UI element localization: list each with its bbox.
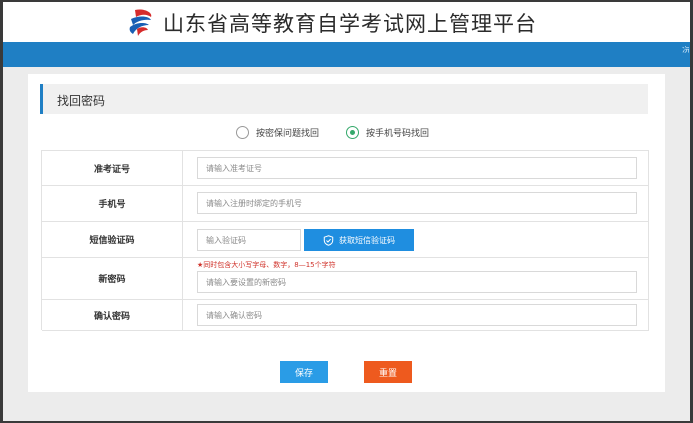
phone-input[interactable] (197, 192, 637, 214)
site-header: 山东省高等教育自学考试网上管理平台 (3, 2, 690, 42)
radio-label: 按密保问题找回 (256, 129, 320, 139)
nav-bar-edge-text: 浣 (682, 46, 689, 55)
sms-code-input[interactable] (197, 229, 301, 251)
recovery-card: 找回密码 按密保问题找回 按手机号码找回 准考证号 手机号 (28, 74, 665, 392)
recovery-method-group: 按密保问题找回 按手机号码找回 (28, 122, 665, 146)
new-password-label: 新密码 (98, 275, 126, 285)
get-sms-code-label: 获取短信验证码 (339, 235, 395, 245)
new-password-input[interactable] (197, 271, 637, 293)
confirm-password-input[interactable] (197, 304, 637, 326)
recovery-form: 准考证号 手机号 短信验证码 (41, 150, 649, 331)
reset-button[interactable]: 重置 (364, 361, 412, 383)
shield-check-icon (323, 234, 334, 246)
radio-label: 按手机号码找回 (366, 129, 430, 139)
site-title: 山东省高等教育自学考试网上管理平台 (163, 12, 537, 36)
section-header: 找回密码 (40, 84, 648, 114)
row-phone: 手机号 (42, 186, 649, 222)
row-confirm-password: 确认密码 (42, 300, 649, 331)
label-cell: 短信验证码 (42, 222, 183, 257)
label-cell: 确认密码 (42, 300, 183, 330)
label-cell: 准考证号 (42, 151, 183, 185)
confirm-password-label: 确认密码 (93, 311, 130, 322)
radio-security-question[interactable]: 按密保问题找回 (236, 126, 319, 139)
radio-circle-checked[interactable] (346, 126, 359, 139)
password-rule-hint: ★同时包含大小写字母、数字，8—15个字符 (197, 261, 336, 269)
exam-id-label: 准考证号 (93, 164, 130, 175)
label-cell: 新密码 (42, 258, 183, 299)
brand: 山东省高等教育自学考试网上管理平台 (125, 8, 537, 38)
nav-bar: 浣 (3, 42, 690, 67)
row-sms-code: 短信验证码 获取短信验证码 (42, 222, 649, 258)
radio-circle-unchecked[interactable] (236, 126, 249, 139)
row-exam-id: 准考证号 (42, 151, 649, 186)
save-button[interactable]: 保存 (280, 361, 328, 383)
radio-phone[interactable]: 按手机号码找回 (346, 126, 429, 139)
exam-id-input[interactable] (197, 157, 637, 179)
shandong-exam-logo-icon (129, 9, 152, 36)
sms-code-label: 短信验证码 (89, 236, 135, 246)
get-sms-code-button[interactable]: 获取短信验证码 (304, 229, 414, 251)
section-title: 找回密码 (57, 94, 106, 108)
phone-label: 手机号 (98, 200, 126, 210)
label-cell: 手机号 (42, 186, 183, 221)
row-new-password: 新密码 ★同时包含大小写字母、数字，8—15个字符 (42, 258, 649, 300)
browser-viewport: 山东省高等教育自学考试网上管理平台 浣 找回密码 按密保问题找回 按手机号码找回… (3, 2, 690, 421)
